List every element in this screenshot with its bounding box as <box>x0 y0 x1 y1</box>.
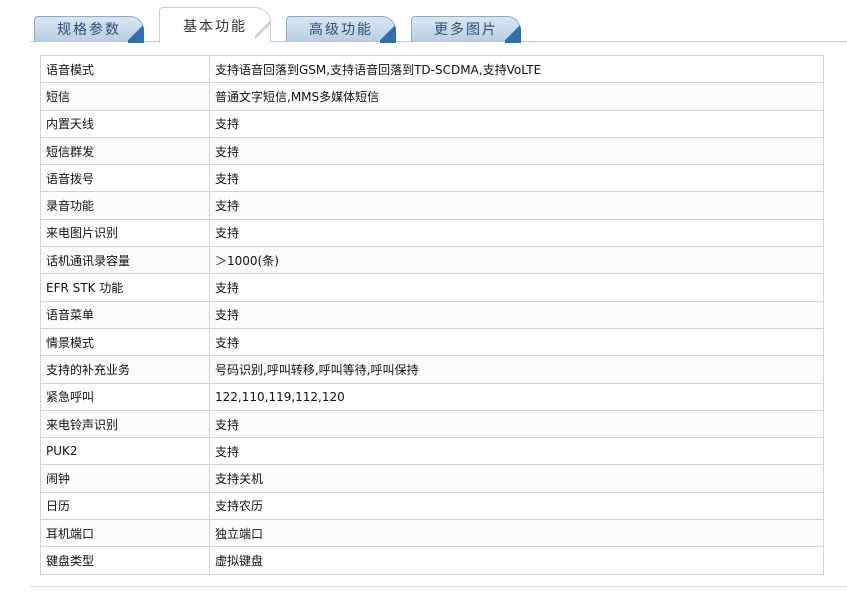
table-row: 日历 支持农历 <box>40 491 824 521</box>
spec-value: 支持 <box>209 300 824 329</box>
spec-name: 来电图片识别 <box>40 218 210 248</box>
spec-name: 录音功能 <box>40 191 210 220</box>
spec-value: 支持关机 <box>209 464 824 493</box>
table-row: 闹钟 支持关机 <box>40 464 824 493</box>
table-row: EFR STK 功能 支持 <box>40 273 824 302</box>
spec-value: 支持 <box>209 191 824 220</box>
spec-name: 语音拨号 <box>40 164 210 193</box>
table-row: 语音拨号 支持 <box>40 164 824 193</box>
content-bottom-divider <box>30 586 847 587</box>
table-row: 内置天线 支持 <box>40 109 824 138</box>
spec-name: 日历 <box>40 491 210 521</box>
spec-value: 122,110,119,112,120 <box>209 382 824 411</box>
spec-name: 语音菜单 <box>40 300 210 329</box>
table-row: 支持的补充业务 号码识别,呼叫转移,呼叫等待,呼叫保持 <box>40 355 824 384</box>
spec-name: 话机通讯录容量 <box>40 246 210 275</box>
spec-value: 支持 <box>209 164 824 193</box>
spec-value: 虚拟键盘 <box>209 546 824 575</box>
spec-value: 支持 <box>209 273 824 302</box>
table-row: 语音菜单 支持 <box>40 300 824 329</box>
table-row: 耳机端口 独立端口 <box>40 519 824 548</box>
table-row: 来电图片识别 支持 <box>40 218 824 248</box>
basic-features-table: 语音模式 支持语音回落到GSM,支持语音回落到TD-SCDMA,支持VoLTE 短… <box>40 54 824 575</box>
table-row: PUK2 支持 <box>40 437 824 466</box>
tab-specs[interactable]: 规格参数 <box>34 16 144 43</box>
spec-value: 支持 <box>209 109 824 138</box>
spec-name: 短信 <box>40 82 210 111</box>
spec-name: 紧急呼叫 <box>40 382 210 411</box>
spec-value: 支持农历 <box>209 491 824 521</box>
spec-value: ＞1000(条) <box>209 246 824 275</box>
table-row: 短信群发 支持 <box>40 136 824 166</box>
spec-value: 支持 <box>209 136 824 166</box>
spec-name: 来电铃声识别 <box>40 409 210 439</box>
tab-bar: 规格参数 基本功能 高级功能 更多图片 <box>0 0 847 44</box>
spec-value: 支持 <box>209 409 824 439</box>
tab-basic-features[interactable]: 基本功能 <box>159 7 271 43</box>
spec-name: PUK2 <box>40 437 210 466</box>
spec-name: 闹钟 <box>40 464 210 493</box>
spec-value: 支持 <box>209 327 824 357</box>
spec-value: 独立端口 <box>209 519 824 548</box>
spec-value: 号码识别,呼叫转移,呼叫等待,呼叫保持 <box>209 355 824 384</box>
table-row: 紧急呼叫 122,110,119,112,120 <box>40 382 824 411</box>
spec-name: 支持的补充业务 <box>40 355 210 384</box>
spec-name: 键盘类型 <box>40 546 210 575</box>
spec-value: 普通文字短信,MMS多媒体短信 <box>209 82 824 111</box>
spec-name: EFR STK 功能 <box>40 273 210 302</box>
table-row: 情景模式 支持 <box>40 327 824 357</box>
spec-page: 规格参数 基本功能 高级功能 更多图片 语音模式 支持语音回落到GSM,支持语音回… <box>0 0 847 600</box>
tab-more-images[interactable]: 更多图片 <box>411 16 521 43</box>
table-row: 语音模式 支持语音回落到GSM,支持语音回落到TD-SCDMA,支持VoLTE <box>40 54 824 84</box>
table-row: 话机通讯录容量 ＞1000(条) <box>40 246 824 275</box>
table-row: 录音功能 支持 <box>40 191 824 220</box>
table-row: 来电铃声识别 支持 <box>40 409 824 439</box>
spec-value: 支持语音回落到GSM,支持语音回落到TD-SCDMA,支持VoLTE <box>209 54 824 84</box>
spec-name: 短信群发 <box>40 136 210 166</box>
spec-name: 耳机端口 <box>40 519 210 548</box>
spec-value: 支持 <box>209 437 824 466</box>
table-row: 短信 普通文字短信,MMS多媒体短信 <box>40 82 824 111</box>
spec-name: 情景模式 <box>40 327 210 357</box>
spec-value: 支持 <box>209 218 824 248</box>
spec-name: 语音模式 <box>40 54 210 84</box>
table-row: 键盘类型 虚拟键盘 <box>40 546 824 575</box>
spec-name: 内置天线 <box>40 109 210 138</box>
tab-advanced-features[interactable]: 高级功能 <box>286 16 396 43</box>
